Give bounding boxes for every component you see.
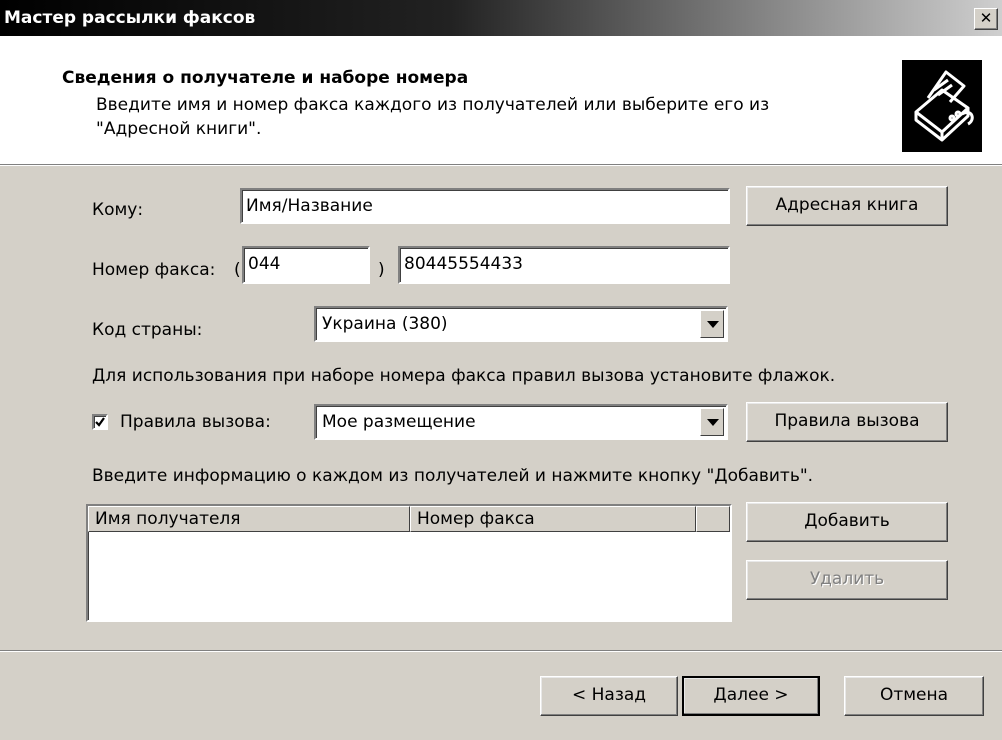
dialing-rules-button[interactable]: Правила вызова xyxy=(746,402,948,442)
header-title: Сведения о получателе и наборе номера xyxy=(62,68,469,88)
close-icon: ✕ xyxy=(979,9,993,27)
to-field[interactable]: Имя/Название xyxy=(240,188,730,224)
country-dropdown[interactable]: Украина (380) xyxy=(314,306,728,342)
back-button[interactable]: < Назад xyxy=(540,676,678,716)
column-header-fax-number[interactable]: Номер факса xyxy=(410,506,696,532)
footer-divider-highlight xyxy=(0,651,1002,652)
title-bar: Мастер рассылки факсов xyxy=(0,0,1002,36)
column-header-filler xyxy=(696,506,730,532)
header-divider xyxy=(0,165,1002,166)
fax-machine-icon xyxy=(902,60,982,152)
location-value: Мое размещение xyxy=(322,412,476,432)
header-description: Введите имя и номер факса каждого из пол… xyxy=(96,95,770,139)
address-book-button[interactable]: Адресная книга xyxy=(746,186,948,226)
chevron-down-icon[interactable] xyxy=(700,408,724,436)
paren-open: ( xyxy=(234,260,241,280)
dialing-rules-checkbox[interactable] xyxy=(92,414,108,430)
recipients-hint: Введите информацию о каждом из получател… xyxy=(92,466,814,486)
country-value: Украина (380) xyxy=(322,314,448,334)
country-label: Код страны: xyxy=(92,320,203,340)
area-code-field[interactable]: 044 xyxy=(242,246,370,284)
add-button[interactable]: Добавить xyxy=(746,502,948,542)
recipients-list[interactable]: Имя получателя Номер факса xyxy=(86,504,732,622)
close-button[interactable]: ✕ xyxy=(974,8,998,30)
next-button[interactable]: Далее > xyxy=(682,676,820,716)
cancel-button[interactable]: Отмена xyxy=(844,676,984,716)
fax-number-field[interactable]: 80445554433 xyxy=(398,246,730,284)
dialing-rules-hint: Для использования при наборе номера факс… xyxy=(92,366,836,386)
remove-button[interactable]: Удалить xyxy=(746,560,948,600)
dialing-rules-checkbox-label[interactable]: Правила вызова: xyxy=(120,412,271,432)
chevron-down-icon[interactable] xyxy=(700,310,724,338)
paren-close: ) xyxy=(378,260,385,280)
fax-number-label: Номер факса: xyxy=(92,260,216,280)
column-header-recipient-name[interactable]: Имя получателя xyxy=(88,506,410,532)
window-title: Мастер рассылки факсов xyxy=(4,8,256,28)
checkmark-icon xyxy=(95,417,105,427)
to-label: Кому: xyxy=(92,200,144,220)
location-dropdown[interactable]: Мое размещение xyxy=(314,404,728,440)
